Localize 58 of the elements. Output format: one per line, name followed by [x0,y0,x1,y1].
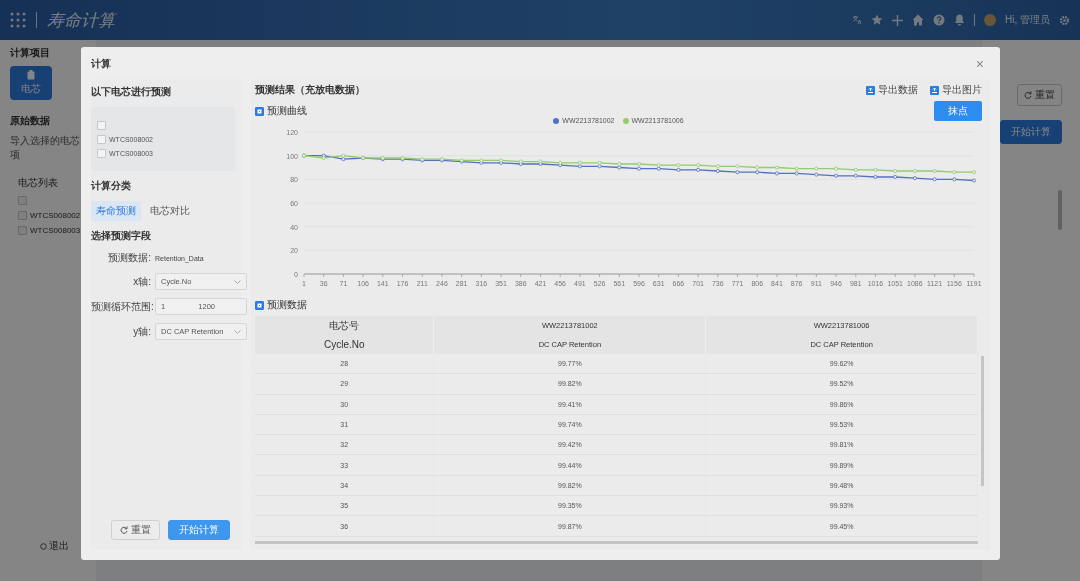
start-button[interactable]: 开始计算 [1000,120,1062,144]
bell-icon[interactable] [954,14,965,26]
checkbox[interactable] [255,300,264,310]
export-image-button[interactable]: 导出图片 [930,83,982,97]
field-label: 预测数据: [107,251,151,265]
close-button[interactable]: × [975,56,984,72]
checkbox[interactable] [18,196,27,205]
export-data-button[interactable]: 导出数据 [866,83,918,97]
avatar-icon[interactable] [984,14,996,26]
checkbox[interactable] [97,148,106,158]
reset-button[interactable]: 重置 [1017,84,1062,106]
project-tile[interactable]: 电芯 [10,66,52,100]
help-icon[interactable] [933,14,945,26]
checkbox[interactable] [97,120,106,130]
smooth-button[interactable]: 抹点 [934,101,982,121]
reset-button[interactable]: 重置 [110,520,160,540]
checkbox[interactable] [18,211,27,220]
start-button[interactable]: 开始计算 [167,520,230,540]
field-label: x轴: [132,274,151,289]
checkbox[interactable] [255,106,264,116]
checkbox[interactable] [18,226,27,235]
checkbox[interactable] [97,134,106,144]
column-header: Cycle.No [255,335,434,354]
legend-dot [622,117,629,124]
user-name[interactable]: Hi, 管理员 [1005,13,1050,27]
home-icon[interactable] [912,14,924,26]
legend-dot [553,117,560,124]
panel-title: 预测结果（充放电数据） [255,83,365,97]
star-icon[interactable] [871,14,883,26]
checkbox-label: 预测数据 [267,298,307,312]
cell-label: WTCS008003 [30,226,81,235]
tab[interactable]: 电芯对比 [145,201,195,221]
section-title: 计算分类 [91,179,132,193]
export-icon [866,85,875,95]
section-title: 原始数据 [10,114,51,128]
column-header: 电芯号 [255,316,434,335]
section-title: 选择预测字段 [91,229,152,243]
list-title: 电芯列表 [18,176,59,190]
checkbox-label: 预测曲线 [267,104,307,118]
field-label: 预测循环范围: [91,299,151,314]
refresh-icon [1024,91,1032,99]
app-title: 寿命计算 [47,9,115,32]
chevron-down-icon [234,329,241,334]
battery-icon [27,70,35,80]
translate-icon[interactable] [852,15,862,25]
section-title: 计算项目 [10,46,51,60]
settings-icon[interactable] [1059,14,1070,26]
field-label: y轴: [132,324,151,339]
chevron-down-icon [234,279,241,284]
tab[interactable]: 寿命预测 [91,201,141,221]
plus-icon[interactable] [892,14,903,26]
app-grid-icon[interactable] [10,12,26,28]
export-icon [930,85,939,95]
refresh-icon [119,526,128,534]
cell-label: WTCS008002 [30,211,81,220]
exit-link[interactable]: 退出 [40,539,86,553]
section-title: 以下电芯进行预测 [91,85,172,99]
dialog-title: 计算 [91,57,111,71]
